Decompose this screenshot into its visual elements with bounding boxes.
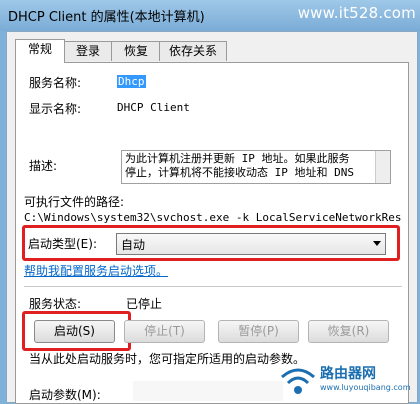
startup-params-input[interactable]: [133, 381, 283, 401]
description-scrollbar[interactable]: [375, 151, 390, 183]
description-line-2: 停止，计算机将不能接收动态 IP 地址和 DNS: [125, 166, 354, 179]
display-name-label: 显示名称:: [29, 102, 82, 116]
watermark-brand: 路由器网: [320, 366, 376, 382]
divider: [24, 286, 402, 287]
description-textarea[interactable]: 为此计算机注册并更新 IP 地址。如果此服务 停止，计算机将不能接收动态 IP …: [121, 150, 391, 184]
tab-dependencies[interactable]: 依存关系: [159, 41, 227, 61]
general-panel: 服务名称: Dhcp 显示名称: DHCP Client 描述: 为此计算机注册…: [15, 62, 409, 404]
help-configure-link[interactable]: 帮助我配置服务启动选项。: [24, 262, 168, 279]
resume-button[interactable]: 恢复(R): [308, 320, 389, 343]
tab-recovery[interactable]: 恢复: [111, 41, 161, 61]
exe-path-value: C:\Windows\system32\svchost.exe -k Local…: [24, 211, 402, 224]
service-name-value[interactable]: Dhcp: [117, 75, 146, 88]
watermark-text: www.it528.com: [297, 4, 416, 22]
tab-logon[interactable]: 登录: [63, 41, 113, 61]
pause-button[interactable]: 暂停(P): [218, 320, 299, 343]
startup-type-select[interactable]: 自动: [116, 233, 386, 255]
startup-params-label: 启动参数(M):: [29, 388, 101, 402]
service-status-label: 服务状态:: [29, 297, 82, 311]
display-name-value: DHCP Client: [117, 101, 190, 114]
stop-button[interactable]: 停止(T): [124, 320, 205, 343]
description-label: 描述:: [29, 159, 58, 173]
start-button[interactable]: 启动(S): [34, 320, 115, 343]
watermark-url: www.luyouqibang.com: [320, 383, 411, 392]
service-name-label: 服务名称:: [29, 76, 82, 90]
chevron-down-icon: [373, 241, 381, 246]
tab-general[interactable]: 常规: [15, 39, 65, 63]
service-name-selected-text: Dhcp: [117, 75, 146, 88]
startup-type-value: 自动: [121, 238, 146, 252]
startup-params-hint: 当从此处启动服务时，您可指定所适用的启动参数。: [29, 352, 306, 366]
startup-type-label: 启动类型(E):: [28, 237, 97, 251]
exe-path-label: 可执行文件的路径:: [24, 195, 125, 209]
title-bar: DHCP Client 的属性(本地计算机) www.it528.com: [0, 0, 420, 31]
service-status-value: 已停止: [126, 297, 163, 311]
properties-dialog: 常规 登录 恢复 依存关系 服务名称: Dhcp 显示名称: DHCP Clie…: [6, 31, 418, 404]
bottom-watermark: 路由器网 www.luyouqibang.com: [278, 363, 416, 399]
wifi-logo-icon: [281, 368, 315, 394]
window-title: DHCP Client 的属性(本地计算机): [8, 10, 205, 25]
description-line-1: 为此计算机注册并更新 IP 地址。如果此服务: [125, 152, 350, 165]
